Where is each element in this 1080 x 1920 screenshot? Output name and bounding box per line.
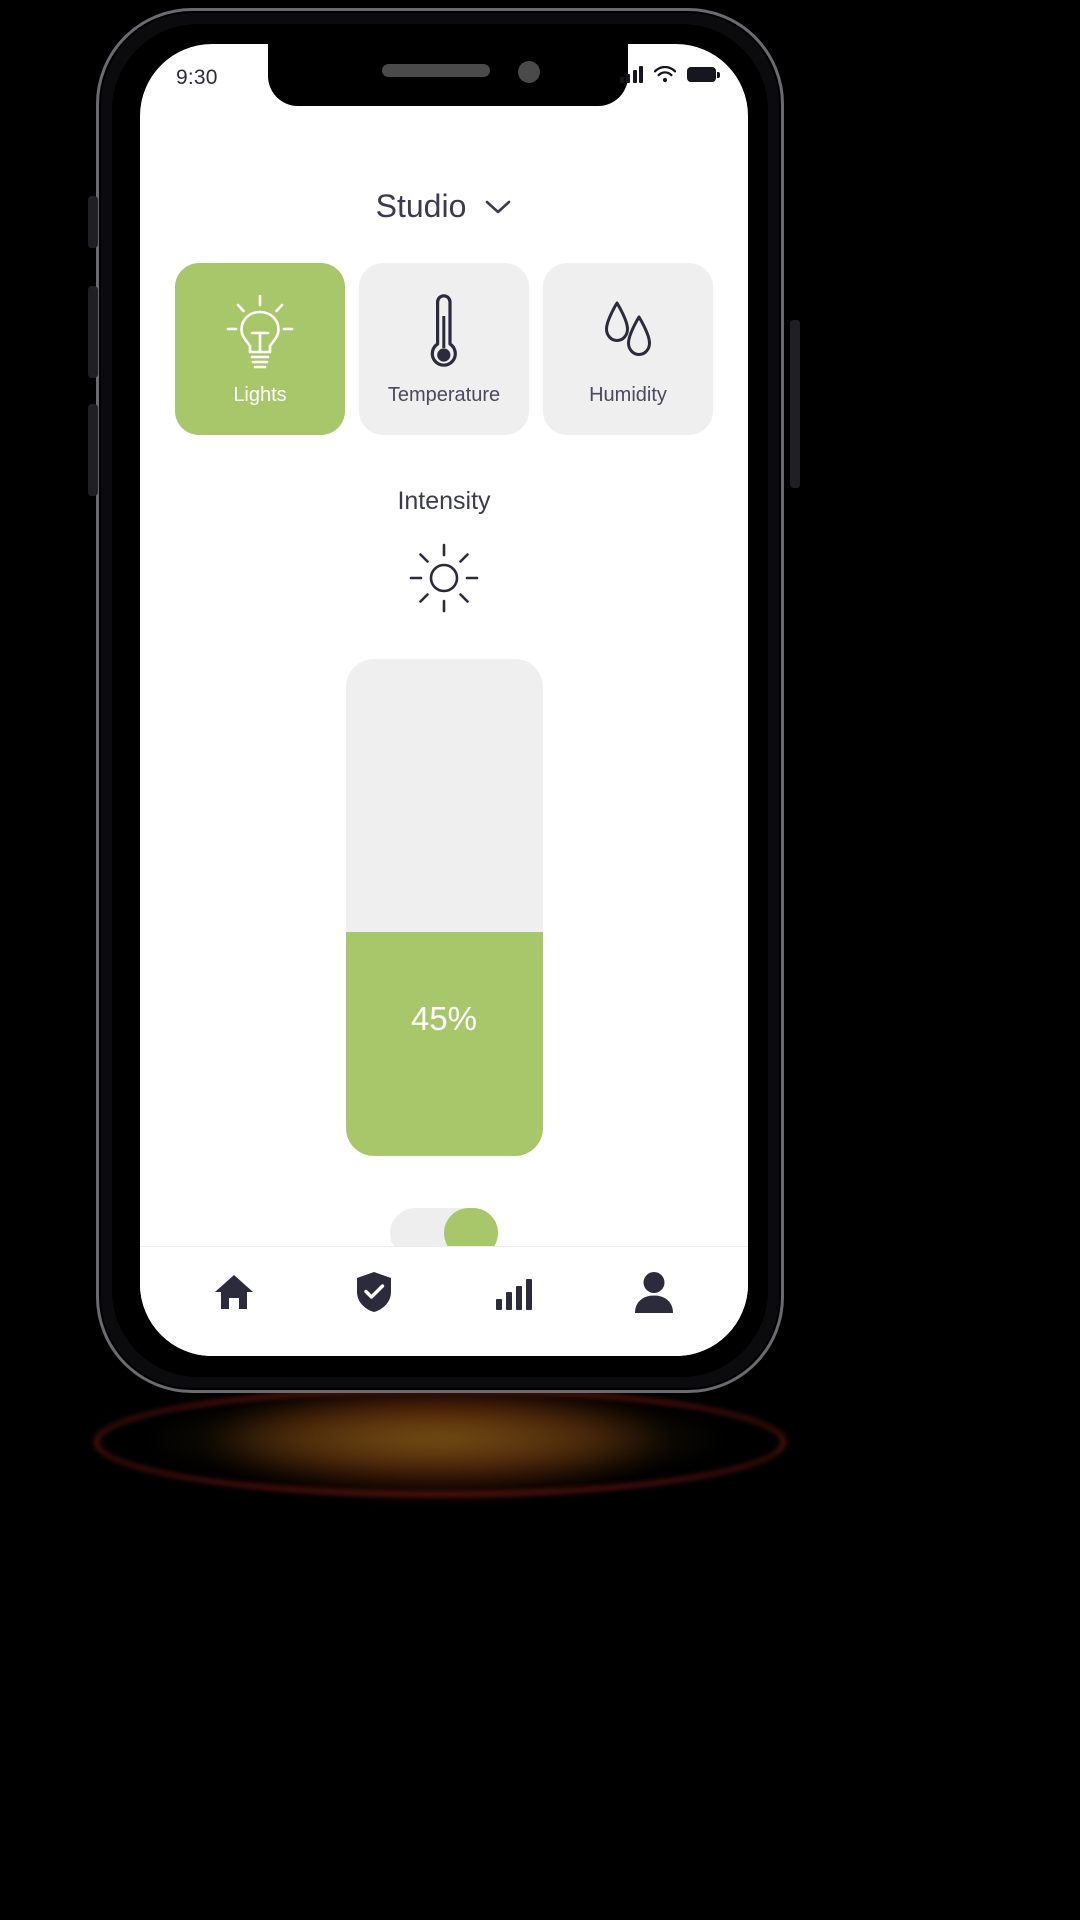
nav-item-stats[interactable] [482,1266,546,1324]
card-label-lights: Lights [233,383,287,406]
page-title: Studio [375,188,467,224]
phone-screen: Studio Lights Temperature Humidity Inten… [140,44,748,1356]
intensity-slider[interactable]: 45% [345,659,543,1156]
nav-item-security[interactable] [342,1266,406,1324]
thermometer-icon [424,292,464,370]
intensity-value-label: 45% [410,1000,478,1038]
card-label-temperature: Temperature [387,383,501,406]
wifi-icon [653,65,677,83]
status-time: 9:30 [176,66,218,89]
intensity-slider-wrapper: 45% [140,659,748,1156]
lightbulb-icon [225,292,295,370]
volume-up-button[interactable] [88,286,98,378]
nav-item-home[interactable] [202,1266,266,1324]
sun-icon-wrapper [140,542,748,619]
chevron-down-icon[interactable] [484,198,512,216]
water-drops-icon [599,292,657,370]
device-shadow-inner-glow [150,1396,720,1482]
person-icon [633,1270,675,1319]
intensity-slider-fill[interactable]: 45% [345,932,543,1156]
sun-brightness-icon [408,542,480,619]
status-icons [619,65,720,83]
power-button[interactable] [790,320,800,488]
card-temperature[interactable]: Temperature [359,263,529,435]
bar-chart-icon [496,1278,532,1310]
card-label-humidity: Humidity [589,383,667,406]
bottom-navigation [140,1246,748,1356]
card-humidity[interactable]: Humidity [543,263,713,435]
app-content: Studio Lights Temperature Humidity Inten… [140,150,748,1356]
room-selector[interactable]: Studio [140,188,748,225]
silent-switch-button[interactable] [88,196,98,248]
shield-check-icon [355,1270,393,1319]
home-icon [212,1272,256,1317]
intensity-title: Intensity [397,487,491,515]
nav-item-profile[interactable] [622,1266,686,1324]
volume-down-button[interactable] [88,404,98,496]
screenshot-root: Studio Lights Temperature Humidity Inten… [0,0,1080,1920]
battery-full-icon [687,67,720,82]
device-card-row: Lights Temperature Humidity [140,263,748,435]
status-bar: 9:30 [140,44,748,106]
card-lights[interactable]: Lights [175,263,345,435]
cellular-signal-icon [619,66,643,83]
